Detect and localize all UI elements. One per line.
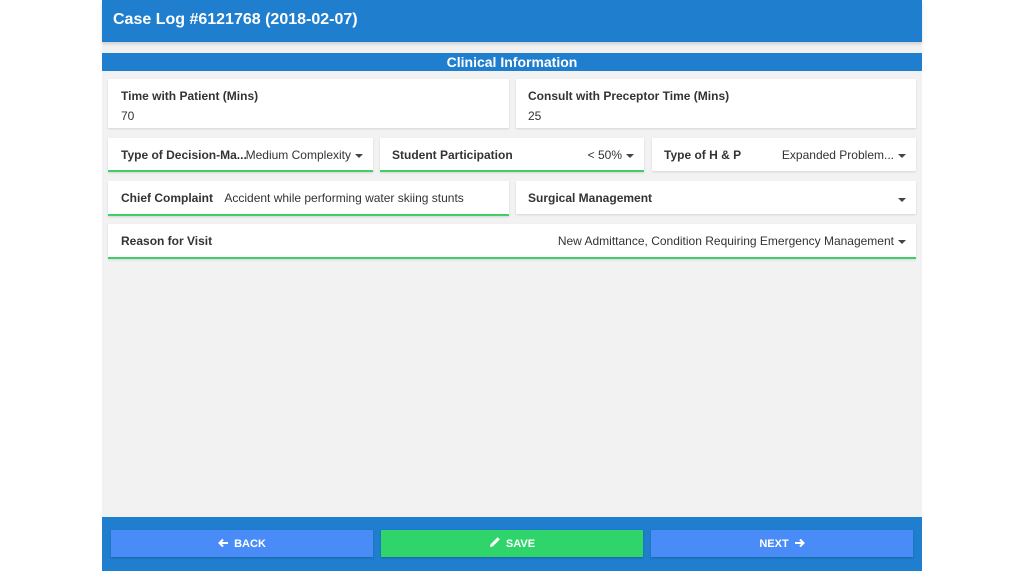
surgical-management-select[interactable]: Surgical Management xyxy=(516,181,916,214)
type-hp-select[interactable]: Type of H & P Expanded Problem... xyxy=(652,138,916,171)
caret-down-icon xyxy=(898,197,906,202)
consult-preceptor-label: Consult with Preceptor Time (Mins) xyxy=(528,89,730,103)
consult-preceptor-value[interactable]: 25 xyxy=(528,109,541,123)
reason-for-visit-label: Reason for Visit xyxy=(121,234,213,248)
time-with-patient-value[interactable]: 70 xyxy=(121,109,134,123)
type-hp-label: Type of H & P xyxy=(664,148,742,162)
chief-complaint-value[interactable]: Accident while performing water skiing s… xyxy=(224,191,463,205)
save-button-label: SAVE xyxy=(505,537,536,550)
caret-down-icon xyxy=(898,239,906,244)
chief-complaint-label: Chief Complaint xyxy=(121,191,213,205)
app-header: Case Log #6121768 (2018-02-07) xyxy=(102,0,922,42)
time-with-patient-label: Time with Patient (Mins) xyxy=(121,89,259,103)
save-button[interactable]: SAVE xyxy=(381,530,643,557)
caret-down-icon xyxy=(355,153,363,158)
decision-making-value: Medium Complexity xyxy=(245,148,351,162)
student-participation-select[interactable]: Student Participation < 50% xyxy=(380,138,644,172)
next-button-label: NEXT xyxy=(759,537,789,550)
page-title: Case Log #6121768 (2018-02-07) xyxy=(113,11,358,28)
student-participation-value: < 50% xyxy=(587,148,622,162)
decision-making-label: Type of Decision-Ma... xyxy=(121,148,247,162)
footer-toolbar: BACK SAVE NEXT xyxy=(102,517,922,571)
reason-for-visit-value: New Admittance, Condition Requiring Emer… xyxy=(557,234,894,248)
section-title: Clinical Information xyxy=(102,53,922,71)
back-button-label: BACK xyxy=(234,537,266,550)
arrow-right-icon xyxy=(794,536,805,551)
consult-preceptor-field[interactable]: Consult with Preceptor Time (Mins) 25 xyxy=(516,79,916,128)
next-button[interactable]: NEXT xyxy=(651,530,913,557)
pencil-icon xyxy=(489,536,501,551)
time-with-patient-field[interactable]: Time with Patient (Mins) 70 xyxy=(108,79,509,128)
case-log-app: Case Log #6121768 (2018-02-07) Clinical … xyxy=(102,0,922,571)
chief-complaint-field[interactable]: Chief Complaint Accident while performin… xyxy=(108,181,509,216)
type-hp-value: Expanded Problem... xyxy=(781,148,894,162)
caret-down-icon xyxy=(898,153,906,158)
reason-for-visit-select[interactable]: Reason for Visit New Admittance, Conditi… xyxy=(108,224,916,259)
arrow-left-icon xyxy=(218,536,229,551)
surgical-management-label: Surgical Management xyxy=(528,191,653,205)
caret-down-icon xyxy=(626,153,634,158)
decision-making-select[interactable]: Type of Decision-Ma... Medium Complexity xyxy=(108,138,373,172)
back-button[interactable]: BACK xyxy=(111,530,373,557)
student-participation-label: Student Participation xyxy=(392,148,513,162)
